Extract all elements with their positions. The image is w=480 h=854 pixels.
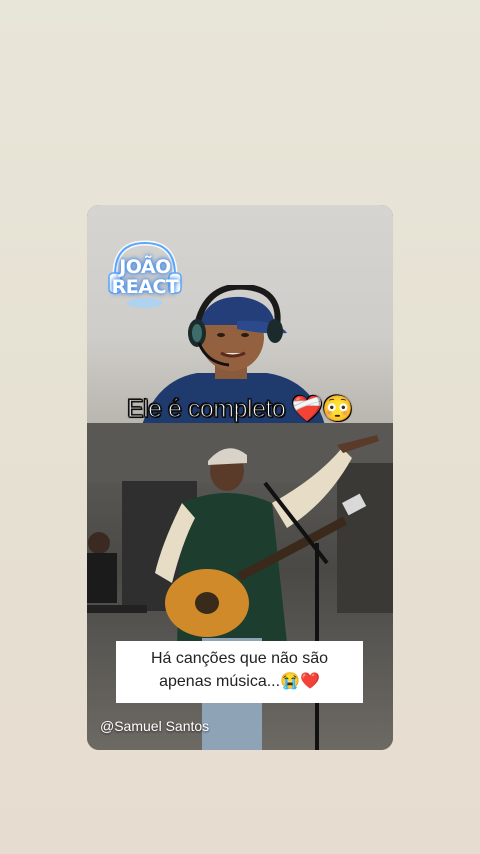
- story-media-card[interactable]: JOÃO REACT Ele é completo ❤️‍🩹😳 Há cançõ…: [87, 205, 393, 750]
- joao-react-logo-text: JOÃO REACT: [111, 256, 179, 298]
- caption-box: Há canções que não são apenas música...😭…: [116, 641, 363, 703]
- author-handle[interactable]: @Samuel Santos: [100, 718, 209, 734]
- caption-line-2: apenas música...😭❤️: [159, 673, 320, 690]
- overlay-title-text: Ele é completo ❤️‍🩹😳: [126, 394, 354, 423]
- caption-line-1: Há canções que não são: [150, 650, 328, 667]
